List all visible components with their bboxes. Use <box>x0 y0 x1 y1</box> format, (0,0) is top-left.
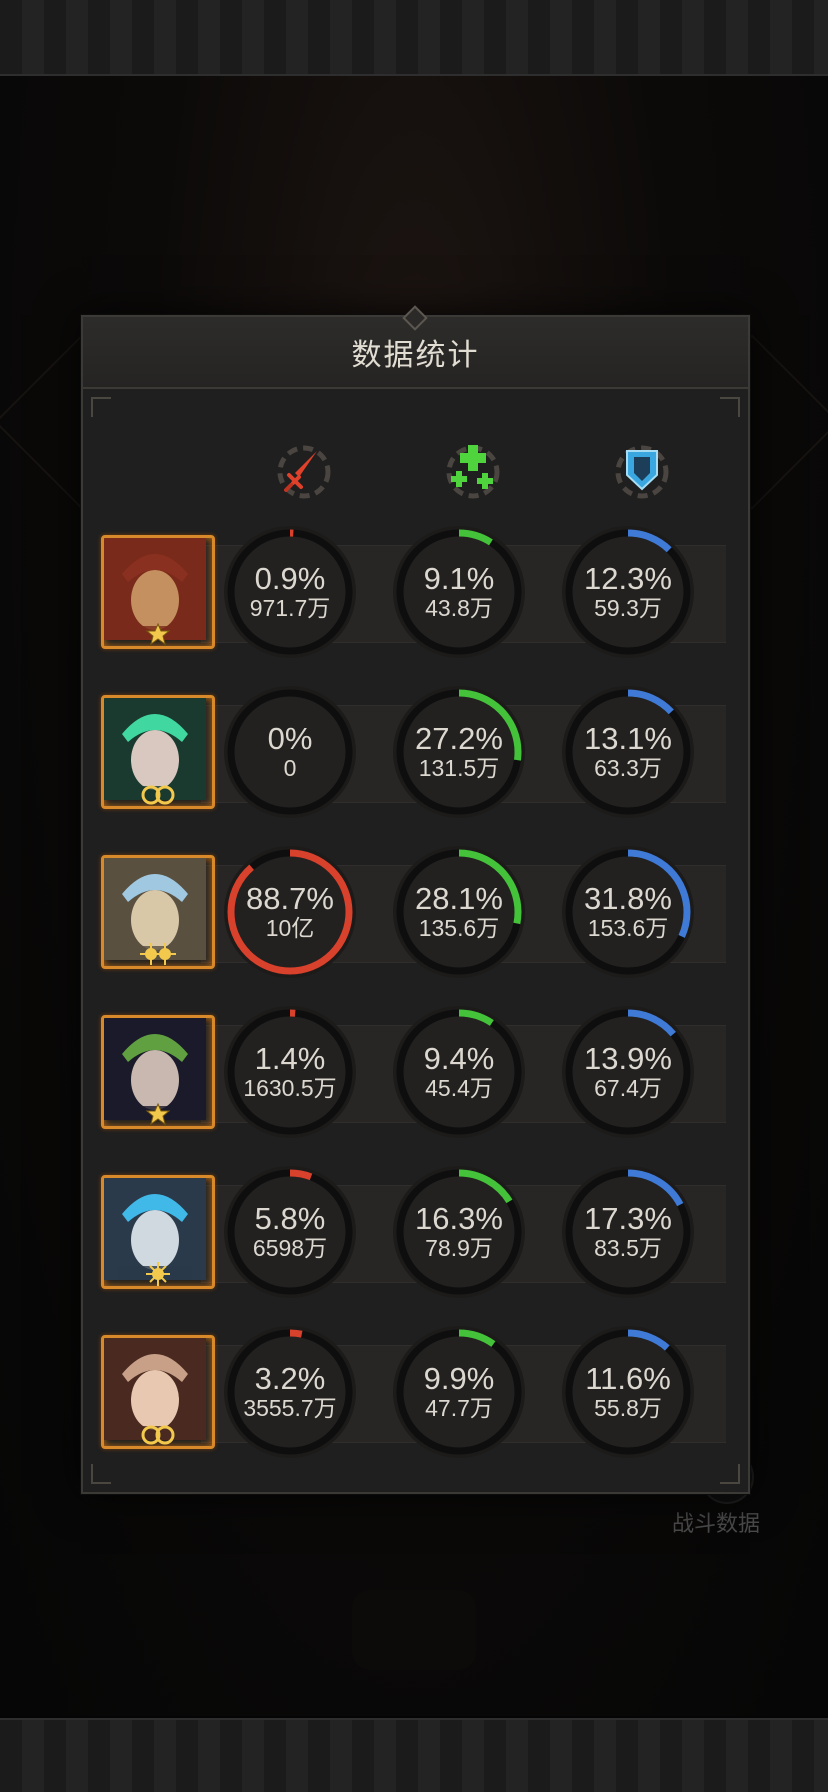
stat-ring-heal-plus: 9.4% 45.4万 <box>392 1005 526 1139</box>
stat-value: 131.5万 <box>418 755 500 781</box>
stat-value: 6598万 <box>252 1235 328 1261</box>
battle-data-label[interactable]: 战斗数据 <box>672 1506 760 1538</box>
stat-ring-sword: 5.8% 6598万 <box>223 1165 357 1299</box>
stat-percent: 17.3% <box>584 1201 672 1236</box>
stat-value: 0 <box>283 755 297 781</box>
stat-percent: 9.1% <box>423 561 495 596</box>
stat-percent: 28.1% <box>415 881 503 916</box>
rank-two-suns-icon <box>138 941 178 967</box>
hero-row: 0.9% 971.7万 9.1% 43.8万 12.3% 59.3万 <box>101 525 728 665</box>
stat-percent: 0% <box>267 721 313 756</box>
stat-value: 1630.5万 <box>243 1075 337 1101</box>
stat-value: 45.4万 <box>425 1075 493 1101</box>
stat-ring-heal-plus: 28.1% 135.6万 <box>392 845 526 979</box>
stat-value: 153.6万 <box>587 915 669 941</box>
stat-ring-sword: 0% 0 <box>223 685 357 819</box>
stat-percent: 5.8% <box>254 1201 326 1236</box>
rank-one-star-icon <box>138 1101 178 1127</box>
stat-percent: 27.2% <box>415 721 503 756</box>
stat-percent: 1.4% <box>254 1041 326 1076</box>
stat-value: 43.8万 <box>425 595 493 621</box>
stat-percent: 13.9% <box>584 1041 672 1076</box>
stat-ring-shield: 11.6% 55.8万 <box>561 1325 695 1459</box>
stat-value: 3555.7万 <box>243 1395 337 1421</box>
rank-one-sun-icon <box>138 1261 178 1287</box>
top-frame <box>0 0 828 76</box>
corner-ornament <box>91 1464 111 1484</box>
stat-ring-shield: 13.1% 63.3万 <box>561 685 695 819</box>
heal-plus-icon <box>438 437 508 507</box>
rank-two-moons-icon <box>138 1421 178 1447</box>
stat-percent: 0.9% <box>254 561 326 596</box>
hero-row: 88.7% 10亿 28.1% 135.6万 31.8% 153.6万 <box>101 845 728 985</box>
stat-value: 83.5万 <box>594 1235 662 1261</box>
corner-ornament <box>91 397 111 417</box>
background-emblem <box>352 1590 476 1670</box>
stat-value: 55.8万 <box>594 1395 662 1421</box>
stat-percent: 88.7% <box>246 881 334 916</box>
corner-ornament <box>720 1464 740 1484</box>
stat-ring-heal-plus: 9.9% 47.7万 <box>392 1325 526 1459</box>
stats-panel: 数据统计 0.9% 971.7万 9.1% 43.8万 12.3% 59.3万 … <box>81 305 750 1494</box>
stat-ring-shield: 12.3% 59.3万 <box>561 525 695 659</box>
stat-value: 67.4万 <box>594 1075 662 1101</box>
rank-two-moons-icon <box>138 781 178 807</box>
stat-percent: 12.3% <box>584 561 672 596</box>
stat-percent: 3.2% <box>254 1361 326 1396</box>
panel-header: 数据统计 <box>83 305 748 389</box>
panel-title: 数据统计 <box>351 339 480 372</box>
stat-percent: 9.9% <box>423 1361 495 1396</box>
stat-ring-sword: 3.2% 3555.7万 <box>223 1325 357 1459</box>
hero-row: 0% 0 27.2% 131.5万 13.1% 63.3万 <box>101 685 728 825</box>
shield-icon <box>607 437 677 507</box>
stat-ring-heal-plus: 9.1% 43.8万 <box>392 525 526 659</box>
hero-row: 5.8% 6598万 16.3% 78.9万 17.3% 83.5万 <box>101 1165 728 1305</box>
stat-ring-heal-plus: 27.2% 131.5万 <box>392 685 526 819</box>
stat-value: 135.6万 <box>418 915 500 941</box>
stat-ring-sword: 1.4% 1630.5万 <box>223 1005 357 1139</box>
hero-row: 3.2% 3555.7万 9.9% 47.7万 11.6% 55.8万 <box>101 1325 728 1465</box>
bottom-frame <box>0 1718 828 1792</box>
stat-ring-sword: 88.7% 10亿 <box>223 845 357 979</box>
stat-value: 78.9万 <box>425 1235 493 1261</box>
stat-ring-heal-plus: 16.3% 78.9万 <box>392 1165 526 1299</box>
stat-ring-sword: 0.9% 971.7万 <box>223 525 357 659</box>
stat-percent: 13.1% <box>584 721 672 756</box>
stat-value: 59.3万 <box>594 595 662 621</box>
stat-percent: 9.4% <box>423 1041 495 1076</box>
stat-percent: 11.6% <box>585 1361 671 1396</box>
stat-value: 63.3万 <box>594 755 662 781</box>
stat-value: 10亿 <box>265 915 315 941</box>
stat-ring-shield: 31.8% 153.6万 <box>561 845 695 979</box>
game-screen: 战斗数据 数据统计 0.9% 971.7万 9.1% 43.8万 12.3% 5… <box>0 0 828 1792</box>
hero-row: 1.4% 1630.5万 9.4% 45.4万 13.9% 67.4万 <box>101 1005 728 1145</box>
sword-icon <box>269 437 339 507</box>
stat-value: 47.7万 <box>425 1395 493 1421</box>
stat-ring-shield: 17.3% 83.5万 <box>561 1165 695 1299</box>
stat-percent: 16.3% <box>415 1201 503 1236</box>
corner-ornament <box>720 397 740 417</box>
rank-one-star-icon <box>138 621 178 647</box>
stat-percent: 31.8% <box>584 881 672 916</box>
stat-ring-shield: 13.9% 67.4万 <box>561 1005 695 1139</box>
stat-value: 971.7万 <box>249 595 331 621</box>
